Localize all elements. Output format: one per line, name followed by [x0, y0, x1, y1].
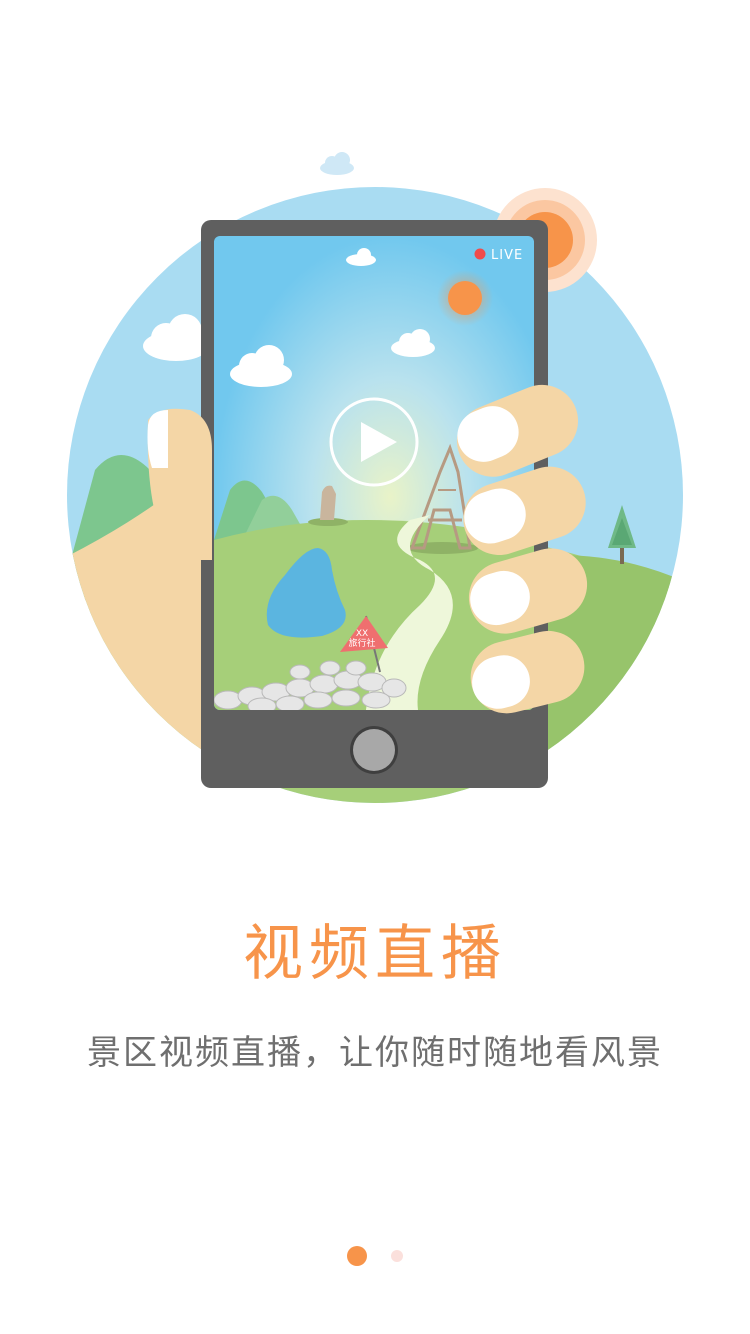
phone-screen: XX 旅行社 [214, 236, 534, 710]
onboarding-illustration: XX 旅行社 LIVE [67, 152, 683, 803]
page-title: 视频直播 [243, 919, 507, 989]
page-indicator [0, 1245, 750, 1267]
sun-icon [437, 270, 493, 326]
svg-text:LIVE: LIVE [491, 248, 523, 263]
page-subtitle: 景区视频直播，让你随时随地看风景 [87, 1033, 663, 1073]
svg-text:旅行社: 旅行社 [348, 637, 375, 649]
svg-text:XX: XX [356, 629, 368, 639]
page-dot-active[interactable] [347, 1246, 367, 1266]
home-button-icon[interactable] [350, 726, 398, 774]
page-dot-inactive[interactable] [391, 1250, 403, 1262]
cloud-icon [320, 152, 354, 175]
